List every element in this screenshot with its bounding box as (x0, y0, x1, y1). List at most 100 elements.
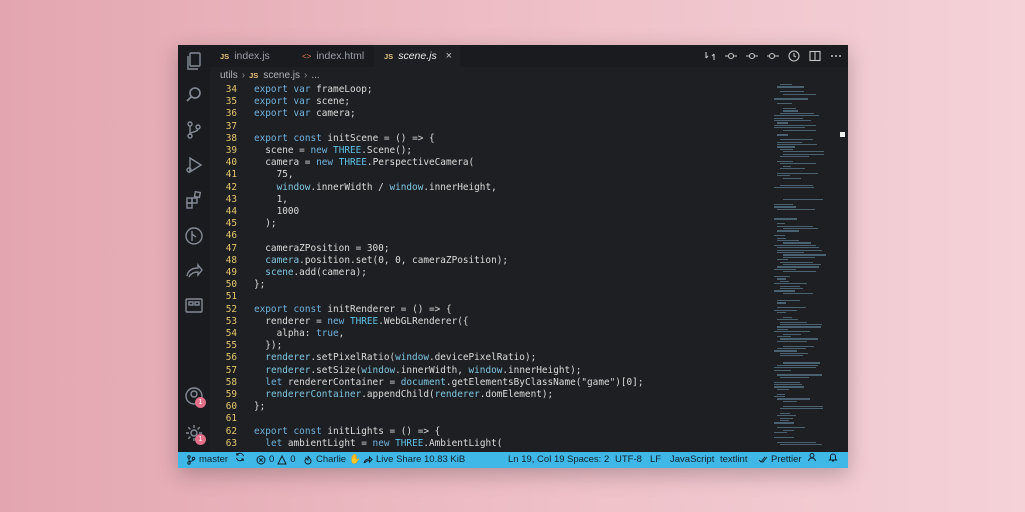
line-number: 59 (225, 389, 237, 400)
prettier-label: Prettier (771, 454, 802, 465)
cursor-position[interactable]: Ln 19, Col 19 (508, 452, 565, 468)
minimap-line (774, 367, 816, 369)
sync-icon[interactable] (235, 452, 245, 462)
scrollbar-thumb[interactable] (840, 132, 845, 137)
encoding[interactable]: UTF-8 (615, 452, 642, 468)
source-control-icon[interactable] (184, 120, 204, 140)
code-line[interactable]: 57 renderer.setSize(window.innerWidth, w… (210, 365, 770, 377)
extensions-icon[interactable] (184, 190, 204, 210)
minimap-line (780, 376, 809, 379)
minimap-line (783, 264, 821, 266)
code-line[interactable]: 41 75, (210, 169, 770, 181)
code-line[interactable]: 47 cameraZPosition = 300; (210, 243, 770, 255)
minimap-line (774, 309, 798, 311)
code-line[interactable]: 44 1000 (210, 206, 770, 218)
code-line[interactable]: 56 renderer.setPixelRatio(window.deviceP… (210, 352, 770, 364)
settings-gear-icon[interactable]: 1 (184, 423, 206, 445)
live-share-status[interactable]: Live Share (363, 452, 421, 468)
minimap-line (777, 278, 786, 280)
prettier-status[interactable]: Prettier (758, 452, 802, 468)
code-line[interactable]: 46 (210, 230, 770, 242)
accounts-icon[interactable]: 1 (184, 386, 206, 408)
minimap-line (777, 388, 789, 391)
feedback-icon[interactable] (807, 452, 817, 462)
code-line[interactable]: 38 export const initScene = () => { (210, 133, 770, 145)
code-line[interactable]: 51 (210, 291, 770, 303)
code-line[interactable]: 63 let ambientLight = new THREE.AmbientL… (210, 438, 770, 450)
minimap[interactable] (772, 84, 836, 452)
more-actions-icon[interactable] (830, 50, 842, 62)
textlint-status[interactable]: textlint (720, 452, 747, 468)
remote-explorer-icon[interactable] (184, 296, 204, 316)
code-line[interactable]: 48 camera.position.set(0, 0, cameraZPosi… (210, 255, 770, 267)
line-number: 42 (225, 181, 237, 193)
minimap-line (780, 288, 804, 290)
close-icon[interactable]: × (446, 45, 452, 67)
code-line[interactable]: 53 renderer = new THREE.WebGLRenderer({ (210, 316, 770, 328)
language-mode[interactable]: JavaScript (670, 452, 714, 468)
minimap-line (783, 254, 826, 256)
vertical-scrollbar[interactable] (838, 84, 848, 452)
code-line[interactable]: 58 let rendererContainer = document.getE… (210, 377, 770, 389)
breadcrumb-symbol[interactable]: ... (311, 70, 319, 81)
code-text: ); (254, 218, 277, 230)
code-line[interactable]: 52 export const initRenderer = () => { (210, 304, 770, 316)
minimap-line (783, 129, 816, 131)
breadcrumb-folder[interactable]: utils (220, 70, 238, 81)
code-line[interactable]: 60}; (210, 401, 770, 413)
code-line[interactable]: 40 camera = new THREE.PerspectiveCamera( (210, 157, 770, 169)
minimap-line (777, 364, 818, 367)
problems-status[interactable]: 0 0 (256, 452, 296, 468)
minimap-line (780, 84, 793, 86)
breadcrumb-file[interactable]: scene.js (263, 70, 300, 81)
compare-changes-icon[interactable] (704, 50, 716, 62)
code-line[interactable]: 49 scene.add(camera); (210, 267, 770, 279)
live-share-label: Live Share (376, 454, 422, 465)
code-line[interactable]: 42 window.innerWidth / window.innerHeigh… (210, 182, 770, 194)
minimap-line (780, 112, 814, 115)
code-line[interactable]: 55 }); (210, 340, 770, 352)
split-editor-icon[interactable] (809, 50, 821, 62)
editor-toolbar (704, 45, 842, 67)
code-line[interactable]: 54 alpha: true, (210, 328, 770, 340)
code-line[interactable]: 45 ); (210, 218, 770, 230)
tab-index-js[interactable]: JS index.js (210, 45, 292, 67)
search-icon[interactable] (184, 85, 204, 105)
git-previous-icon[interactable] (746, 50, 758, 62)
git-next-icon[interactable] (767, 50, 779, 62)
notifications-icon[interactable] (828, 452, 838, 462)
branch-status[interactable]: master (186, 452, 228, 468)
explorer-icon[interactable] (184, 51, 204, 71)
user-status[interactable]: Charlie ✋ (303, 452, 361, 468)
code-text: window.innerWidth / window.innerHeight, (276, 181, 497, 193)
code-line[interactable]: 50}; (210, 279, 770, 291)
code-line[interactable]: 37 (210, 121, 770, 133)
minimap-line (774, 117, 803, 119)
run-debug-icon[interactable] (184, 155, 204, 175)
code-line[interactable]: 61 (210, 413, 770, 425)
minimap-line (780, 355, 803, 357)
line-number: 56 (225, 352, 237, 364)
indentation[interactable]: Spaces: 2 (567, 452, 609, 468)
code-editor[interactable]: 34 export var frameLoop; 35 export var scen… (210, 84, 770, 452)
file-size: 10.83 KiB (424, 454, 466, 465)
git-graph-icon[interactable] (184, 226, 204, 246)
end-of-line[interactable]: LF (650, 452, 661, 468)
minimap-line (780, 408, 823, 410)
minimap-line (780, 352, 809, 355)
minimap-line (783, 199, 824, 201)
history-icon[interactable] (788, 50, 800, 62)
tab-index-html[interactable]: <> index.html (292, 45, 374, 67)
minimap-line (783, 108, 796, 110)
code-line[interactable]: 35 export var scene; (210, 96, 770, 108)
minimap-line (774, 124, 816, 127)
git-commit-icon[interactable] (725, 50, 737, 62)
tab-scene-js[interactable]: JS scene.js × (374, 45, 460, 67)
code-line[interactable]: 62 export const initLights = () => { (210, 426, 770, 438)
code-line[interactable]: 39 scene = new THREE.Scene(); (210, 145, 770, 157)
code-line[interactable]: 36 export var camera; (210, 108, 770, 120)
code-line[interactable]: 59 rendererContainer.appendChild(rendere… (210, 389, 770, 401)
code-line[interactable]: 34 export var frameLoop; (210, 84, 770, 96)
code-line[interactable]: 43 1, (210, 194, 770, 206)
live-share-icon[interactable] (184, 261, 204, 281)
